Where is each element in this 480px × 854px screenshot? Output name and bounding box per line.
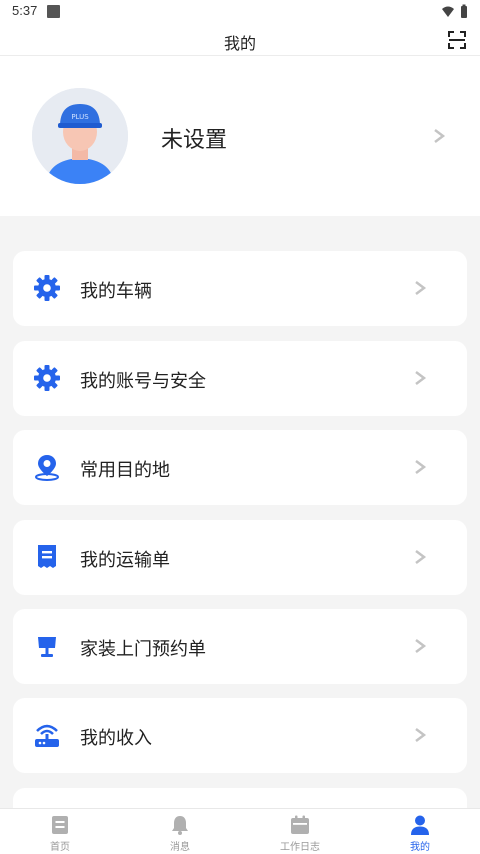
menu-item-label: 常用目的地 [80,460,170,481]
page-title: 我的 [223,34,256,53]
document-icon [38,545,56,568]
location-pin-icon [35,455,59,481]
tab-work-log[interactable]: 工作日志 [240,809,360,854]
menu-item-transport-orders[interactable]: 我的运输单 [13,520,467,595]
menu-item-label: 我的账号与安全 [80,371,206,392]
router-icon [35,724,59,747]
status-bar: 5:37 [0,0,480,24]
tab-label: 首页 [50,842,70,853]
tab-label: 工作日志 [280,842,320,853]
svg-text:PLUS: PLUS [71,113,89,121]
tab-label: 我的 [410,842,430,853]
person-icon [411,815,429,835]
scan-icon[interactable] [446,29,468,51]
menu-item-home-installation[interactable]: 家装上门预约单 [13,609,467,684]
home-doc-icon [52,816,68,834]
chevron-right-icon [415,371,427,385]
bell-icon [172,816,188,835]
chevron-right-icon [415,460,427,474]
chevron-right-icon [415,550,427,564]
gear-icon [34,275,60,301]
chevron-right-icon [415,281,427,295]
worker-avatar-icon: PLUS [32,88,128,184]
menu-item-label: 我的运输单 [80,550,170,571]
wifi-battery-icon [442,4,467,18]
profile-name[interactable]: 未设置 [161,122,227,154]
avatar[interactable]: PLUS [32,88,128,184]
calendar-icon [291,815,309,834]
tab-messages[interactable]: 消息 [120,809,240,854]
profile-section[interactable]: PLUS 未设置 [0,56,480,216]
menu-item-account-security[interactable]: 我的账号与安全 [13,341,467,416]
menu-item-label: 我的车辆 [80,281,152,302]
top-bar: 我的 [0,24,480,56]
tab-label: 消息 [170,842,190,853]
chevron-right-icon [434,129,446,143]
menu-item-label: 我的收入 [80,728,152,749]
lamp-icon [38,637,56,657]
menu-item-my-income[interactable]: 我的收入 [13,698,467,773]
tab-mine[interactable]: 我的 [360,809,480,854]
menu-item-label: 家装上门预约单 [80,639,206,660]
notification-icon [47,5,60,18]
chevron-right-icon [415,639,427,653]
bottom-tab-bar: 首页 消息 工作日志 我的 [0,808,480,854]
gear-icon [34,365,60,391]
menu-item-my-vehicles[interactable]: 我的车辆 [13,251,467,326]
tab-home[interactable]: 首页 [0,809,120,854]
chevron-right-icon [415,728,427,742]
status-time: 5:37 [12,3,38,18]
menu-item-frequent-destinations[interactable]: 常用目的地 [13,430,467,505]
